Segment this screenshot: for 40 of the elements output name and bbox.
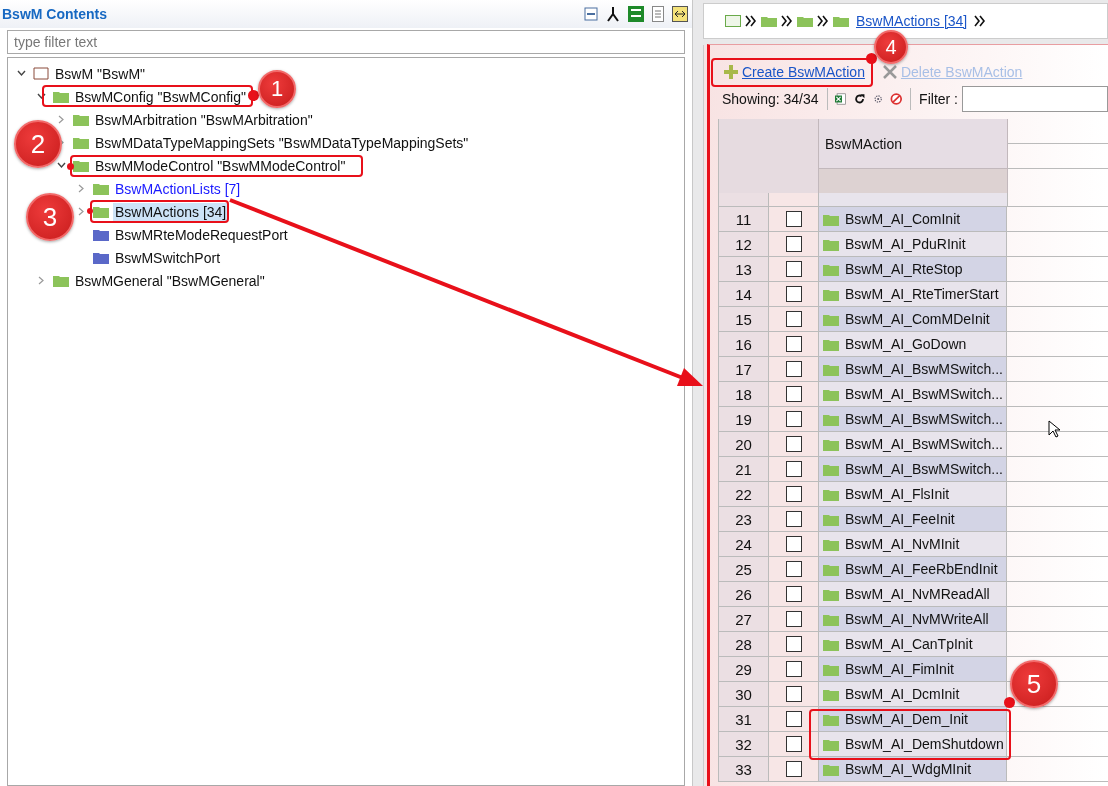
- panel-title: BswM Contents: [2, 6, 107, 22]
- tree-item[interactable]: BswMConfig "BswMConfig": [73, 87, 248, 106]
- row-number: 20: [719, 432, 769, 456]
- tree-item[interactable]: BswMActions [34]: [113, 202, 229, 221]
- row-number: 23: [719, 507, 769, 531]
- row-number: 11: [719, 207, 769, 231]
- row-number: 28: [719, 632, 769, 656]
- tree-item[interactable]: BswMArbitration "BswMArbitration": [93, 110, 315, 129]
- filter-field[interactable]: type filter text: [7, 30, 685, 54]
- showing-count: Showing: 34/34: [722, 91, 819, 107]
- tree-item[interactable]: BswM "BswM": [53, 64, 148, 83]
- tree-item[interactable]: BswMSwitchPort: [113, 248, 223, 267]
- row-number: 29: [719, 657, 769, 681]
- create-link[interactable]: Create BswMAction: [742, 64, 865, 80]
- row-number: 26: [719, 582, 769, 606]
- tree-item[interactable]: BswMGeneral "BswMGeneral": [73, 271, 267, 290]
- row-number: 12: [719, 232, 769, 256]
- row-number: 30: [719, 682, 769, 706]
- breadcrumb-link[interactable]: BswMActions [34]: [856, 13, 968, 29]
- row-number: 15: [719, 307, 769, 331]
- row-number: 16: [719, 332, 769, 356]
- tree-item[interactable]: BswMDataTypeMappingSets "BswMDataTypeMappingSets": [93, 133, 471, 152]
- tree-item[interactable]: BswMRteModeRequestPort: [113, 225, 290, 244]
- row-number: 33: [719, 757, 769, 781]
- tree-item[interactable]: BswMModeControl "BswMModeControl": [93, 156, 348, 175]
- row-number: 24: [719, 532, 769, 556]
- row-number: 14: [719, 282, 769, 306]
- row-number: 22: [719, 482, 769, 506]
- row-number: 18: [719, 382, 769, 406]
- row-number: 21: [719, 457, 769, 481]
- column-header[interactable]: BswMAction: [819, 119, 1007, 169]
- filter-label: Filter :: [919, 91, 958, 107]
- row-number: 17: [719, 357, 769, 381]
- row-number: 19: [719, 407, 769, 431]
- row-number: 31: [719, 707, 769, 731]
- row-number: 25: [719, 557, 769, 581]
- tree-item[interactable]: BswMActionLists [7]: [113, 179, 243, 198]
- row-number: 32: [719, 732, 769, 756]
- row-number: 27: [719, 607, 769, 631]
- row-number: 13: [719, 257, 769, 281]
